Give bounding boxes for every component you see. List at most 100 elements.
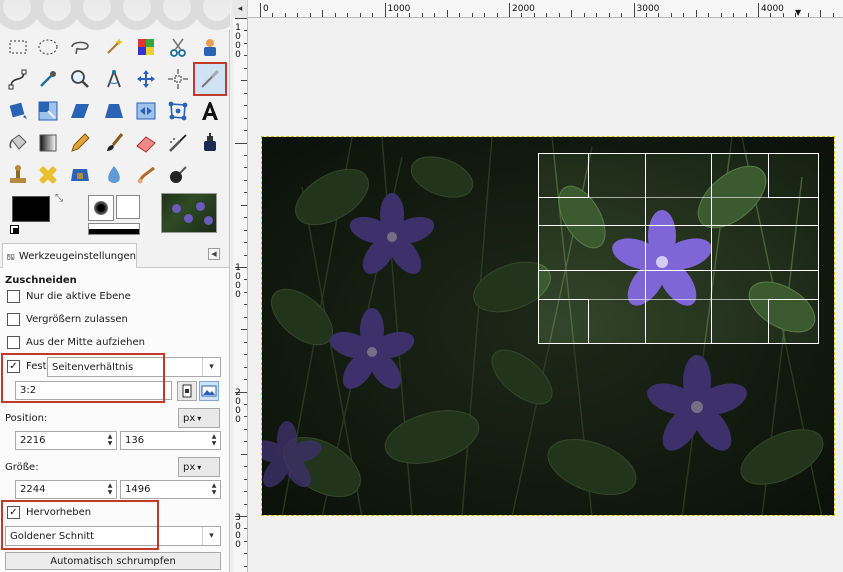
landscape-button[interactable] [199,381,219,401]
ruler-label: 4000 [761,4,784,14]
position-y-field[interactable]: 136 ▲ ▼ [120,431,221,450]
tool-dodge-burn[interactable] [164,161,192,189]
swap-colors-icon[interactable]: ⤡ [55,193,63,204]
tool-foreground-select[interactable] [196,33,224,61]
horizontal-ruler[interactable]: 0 1000 2000 3000 4000 ▼ [248,0,843,18]
spin-arrows-icon[interactable]: ▲ ▼ [210,433,218,448]
tool-measure[interactable] [100,65,128,93]
triangle-left-icon: ◀ [211,250,217,258]
tool-align[interactable] [164,65,192,93]
ruler-pointer-icon: ▼ [795,8,802,17]
ruler-label: 1000 [387,4,411,14]
highlight-label: Hervorheben [26,507,92,518]
spin-arrows-icon[interactable]: ▲ ▼ [106,433,114,448]
tool-perspective-clone[interactable] [66,161,94,189]
ruler-tick [244,354,247,356]
tool-options-panel: Zuschneiden Nur die aktive Ebene Vergröß… [0,268,229,572]
chevron-down-icon: ▾ [197,413,202,423]
heal-icon [39,166,57,184]
bucket-icon [9,134,27,150]
ruler-tick [244,154,247,156]
eyedropper-icon [40,71,56,87]
tool-perspective[interactable] [100,97,128,125]
tool-ink[interactable] [196,129,224,157]
highlight-option[interactable]: ✓ Hervorheben [7,506,91,519]
image-canvas[interactable] [261,136,835,516]
fixed-checkbox[interactable]: ✓ [7,360,20,373]
tool-scale[interactable] [34,97,62,125]
tab-tool-options[interactable]: Werkzeugeinstellungen [2,243,137,269]
active-image-thumbnail[interactable] [161,193,217,233]
tab-menu-button[interactable]: ◀ [208,248,220,260]
ink-icon [204,133,216,151]
brush-pattern-gradient-area [86,193,142,239]
aspect-ratio-field[interactable]: 3:2 [15,381,172,400]
canvas-area[interactable] [249,19,843,572]
tool-color-select[interactable] [132,33,160,61]
tool-airbrush[interactable] [164,129,192,157]
expand-from-center-checkbox[interactable] [7,336,20,349]
position-unit-select[interactable]: px ▾ [178,408,220,428]
ruler-tick [733,13,735,17]
vertical-ruler[interactable]: 1000 1000 2000 3000 [233,18,248,572]
tool-paths[interactable] [4,65,32,93]
tool-color-picker[interactable] [34,65,62,93]
ruler-tick [244,553,247,555]
ruler-tick [820,10,822,17]
tool-bucket-fill[interactable] [4,129,32,157]
size-unit-value: px [183,461,196,473]
size-width-field[interactable]: 2244 ▲ ▼ [15,480,117,499]
tool-blend[interactable] [34,129,62,157]
ruler-tick [244,242,247,244]
tool-pencil[interactable] [66,129,94,157]
tool-rect-select[interactable] [4,33,32,61]
airbrush-icon [169,134,187,152]
tool-scissors[interactable] [164,33,192,61]
default-colors-icon[interactable] [10,225,19,234]
foreground-color-swatch[interactable] [12,196,50,222]
fixed-mode-select[interactable]: Seitenverhältnis ▾ [47,357,221,377]
tool-rotate[interactable] [4,97,32,125]
pattern-preview[interactable] [116,195,140,219]
ruler-tick [421,13,423,17]
tool-crop[interactable] [193,62,227,96]
expand-from-center-option[interactable]: Aus der Mitte aufziehen [7,336,145,349]
tool-zoom[interactable] [66,65,94,93]
tool-cage[interactable] [164,97,192,125]
allow-growing-option[interactable]: Vergrößern zulassen [7,313,128,326]
tool-heal[interactable] [34,161,62,189]
tool-shear[interactable] [66,97,94,125]
tool-fuzzy-select[interactable] [100,33,128,61]
spin-arrows-icon[interactable]: ▲ ▼ [210,482,218,497]
fixed-option[interactable]: ✓ Fest: [7,360,50,373]
tool-free-select[interactable] [66,33,94,61]
brush-preview[interactable] [88,195,114,221]
spin-arrows-icon[interactable]: ▲ ▼ [106,482,114,497]
tool-text[interactable] [196,97,224,125]
gradient-icon [39,134,57,152]
tool-blur[interactable] [100,161,128,189]
ruler-corner-button[interactable]: ◂ [233,0,247,18]
highlight-checkbox[interactable]: ✓ [7,506,20,519]
eraser-icon [136,136,156,153]
tool-ellipse-select[interactable] [34,33,62,61]
guides-select[interactable]: Goldener Schnitt ▾ [5,526,221,546]
ruler-tick [309,13,311,17]
portrait-button[interactable] [177,381,197,401]
auto-shrink-button[interactable]: Automatisch schrumpfen [5,552,221,570]
only-active-layer-checkbox[interactable] [7,290,20,303]
tool-paintbrush[interactable] [100,129,128,157]
foreground-select-icon [204,39,216,56]
only-active-layer-option[interactable]: Nur die aktive Ebene [7,290,131,303]
size-height-field[interactable]: 1496 ▲ ▼ [120,480,221,499]
tool-smudge[interactable] [132,161,160,189]
scale-icon [38,101,58,121]
gradient-preview[interactable] [88,223,140,235]
position-x-field[interactable]: 2216 ▲ ▼ [15,431,117,450]
tool-clone[interactable] [4,161,32,189]
tool-eraser[interactable] [132,129,160,157]
tool-flip[interactable] [132,97,160,125]
tool-move[interactable] [132,65,160,93]
allow-growing-checkbox[interactable] [7,313,20,326]
size-unit-select[interactable]: px ▾ [178,457,220,477]
